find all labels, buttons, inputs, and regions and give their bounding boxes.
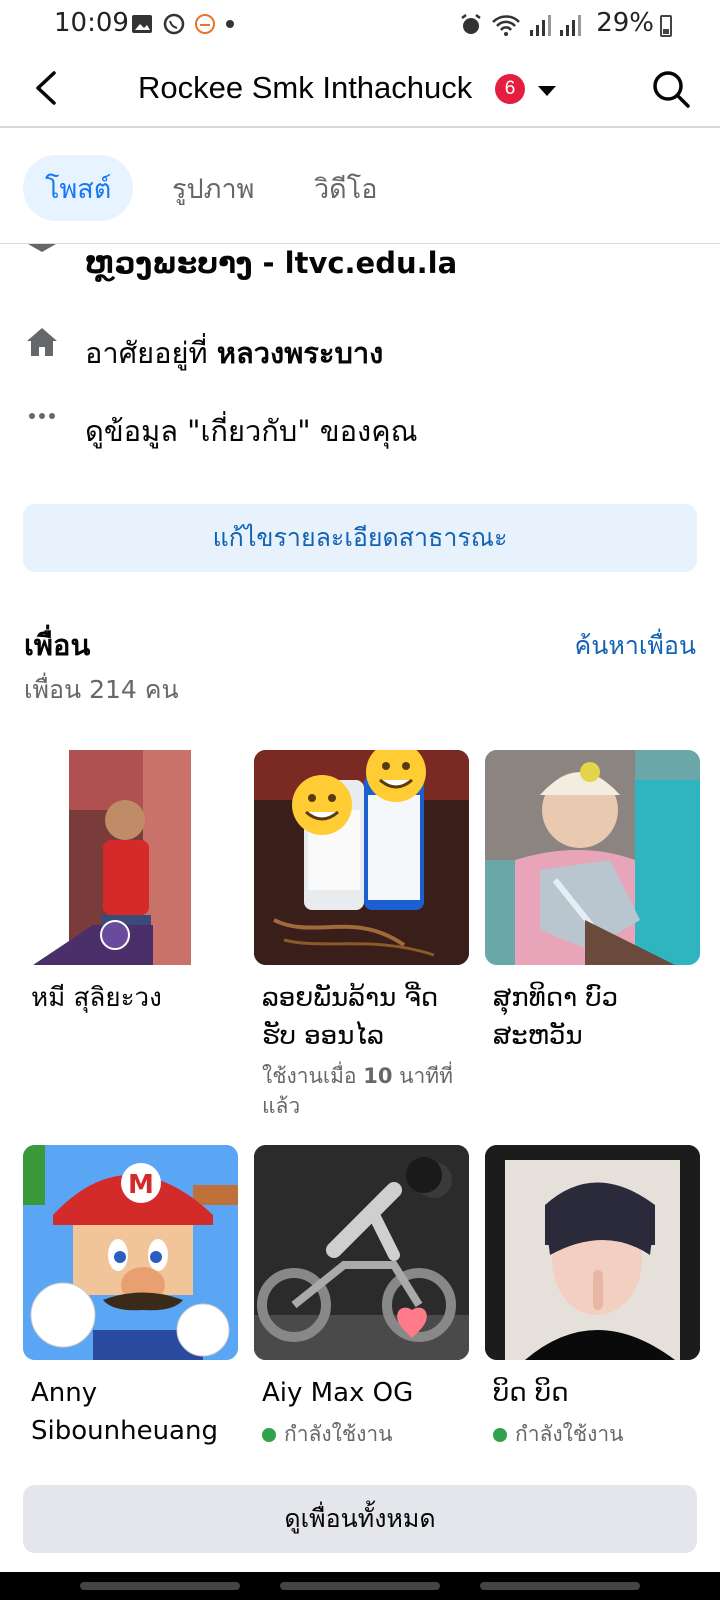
friend-name[interactable]: ສຸກທິດາ ບົວສະຫວັນ: [485, 979, 700, 1055]
friend-photo[interactable]: [485, 750, 700, 965]
friend-photo-image: [33, 750, 191, 965]
nav-home-button[interactable]: [280, 1582, 440, 1590]
friend-online-status: กำลังใช้งาน: [254, 1418, 469, 1451]
profile-header: Rockee Smk Inthachuck 6: [0, 52, 720, 128]
about-see-more-row[interactable]: ดูข้อมูล "เกี่ยวกับ" ของคุณ: [0, 398, 720, 458]
search-icon: [653, 71, 690, 108]
more-icon: [29, 413, 55, 419]
friend-photo-image: [254, 1145, 469, 1360]
friend-photo[interactable]: [254, 1145, 469, 1360]
about-lives-row: อาศัยอยู่ที่ หลวงพระบาง: [0, 320, 720, 380]
last-active-minutes: 10: [363, 1064, 393, 1088]
online-dot-icon: [493, 1427, 507, 1442]
notification-icons: [130, 12, 236, 36]
friend-card[interactable]: ບິດ ບິດ กำลังใช้งาน: [485, 1145, 700, 1451]
lives-prefix: อาศัยอยู่ที่: [85, 336, 217, 370]
friend-online-status: กำลังใช้งาน: [485, 1418, 700, 1451]
system-icons: [458, 12, 582, 38]
friend-card[interactable]: หมี สุลิยะวง: [23, 750, 238, 1017]
search-button[interactable]: [650, 68, 692, 110]
chevron-down-icon[interactable]: [538, 86, 556, 96]
friend-card[interactable]: ລອຍພັນລ້ານ ຈີ່ດ ຮັບ ອອນໄລ ใช้งานเมื่อ 10…: [254, 750, 469, 1121]
notification-badge: 6: [495, 74, 525, 104]
friend-last-active: ใช้งานเมื่อ 10 นาทีที่แล้ว: [254, 1061, 469, 1121]
friends-title: เพื่อน: [24, 628, 91, 662]
battery-icon: [660, 15, 672, 37]
online-dot-icon: [262, 1427, 276, 1442]
friend-photo-image: M: [23, 1145, 238, 1360]
status-time: 10:09: [54, 8, 129, 38]
wifi-icon: [492, 15, 520, 36]
friend-card[interactable]: Aiy Max OG กำลังใช้งาน: [254, 1145, 469, 1451]
signal-icon: [530, 15, 551, 36]
home-icon: [27, 328, 57, 356]
online-status-text: กำลังใช้งาน: [284, 1422, 393, 1446]
nav-back-button[interactable]: [480, 1582, 640, 1590]
profile-name[interactable]: Rockee Smk Inthachuck: [138, 70, 472, 106]
last-active-prefix: ใช้งานเมื่อ: [262, 1064, 364, 1088]
system-nav-bar: [0, 1572, 720, 1600]
status-bar: 10:09 29%: [0, 0, 720, 52]
see-about-text[interactable]: ดูข้อมูล "เกี่ยวกับ" ของคุณ: [85, 408, 418, 454]
friend-name[interactable]: หมี สุลิยะวง: [23, 979, 238, 1017]
about-education-row: ຫຼວງພະບາງ - ltvc.edu.la: [0, 236, 720, 296]
back-button[interactable]: [26, 68, 66, 108]
dot-icon: [226, 20, 234, 28]
friend-card[interactable]: ສຸກທິດາ ບົວສະຫວັນ: [485, 750, 700, 1055]
whatsapp-icon: [163, 13, 185, 35]
app-notification-icon: [195, 14, 215, 34]
chevron-left-icon: [36, 71, 56, 105]
lives-place[interactable]: หลวงพระบาง: [217, 336, 383, 370]
education-text: ຫຼວງພະບາງ - ltvc.edu.la: [85, 246, 458, 280]
find-friends-link[interactable]: ค้นหาเพื่อน: [575, 626, 696, 666]
gallery-icon: [132, 15, 152, 33]
tab-videos[interactable]: วิดีโอ: [292, 155, 399, 221]
friend-photo[interactable]: [254, 750, 469, 965]
friend-photo[interactable]: M: [23, 1145, 238, 1360]
battery-percent: 29%: [596, 8, 654, 38]
svg-text:M: M: [128, 1170, 154, 1200]
friend-card[interactable]: M Anny Sibounheuang: [23, 1145, 238, 1450]
friend-photo[interactable]: [485, 1145, 700, 1360]
nav-recents-button[interactable]: [80, 1582, 240, 1590]
see-all-friends-button[interactable]: ดูเพื่อนทั้งหมด: [23, 1485, 697, 1553]
edit-public-details-button[interactable]: แก้ไขรายละเอียดสาธารณะ: [23, 504, 697, 572]
friend-photo-image: [485, 1145, 700, 1360]
friends-count: เพื่อน 214 คน: [24, 675, 179, 704]
friend-name[interactable]: ລອຍພັນລ້ານ ຈີ່ດ ຮັບ ອອນໄລ: [254, 979, 469, 1055]
friend-name[interactable]: ບິດ ບິດ: [485, 1374, 700, 1412]
friend-photo-image: [485, 750, 700, 965]
tab-posts[interactable]: โพสต์: [23, 155, 134, 221]
online-status-text: กำลังใช้งาน: [515, 1422, 624, 1446]
friend-photo-image: [254, 750, 469, 965]
alarm-icon: [461, 14, 481, 34]
friend-name[interactable]: Anny Sibounheuang: [23, 1374, 238, 1450]
tab-photos[interactable]: รูปภาพ: [150, 155, 276, 221]
friend-name[interactable]: Aiy Max OG: [254, 1374, 469, 1412]
friend-photo[interactable]: [23, 750, 238, 965]
profile-tabs: โพสต์ รูปภาพ วิดีโอ: [0, 130, 720, 244]
signal-icon-2: [560, 15, 581, 36]
